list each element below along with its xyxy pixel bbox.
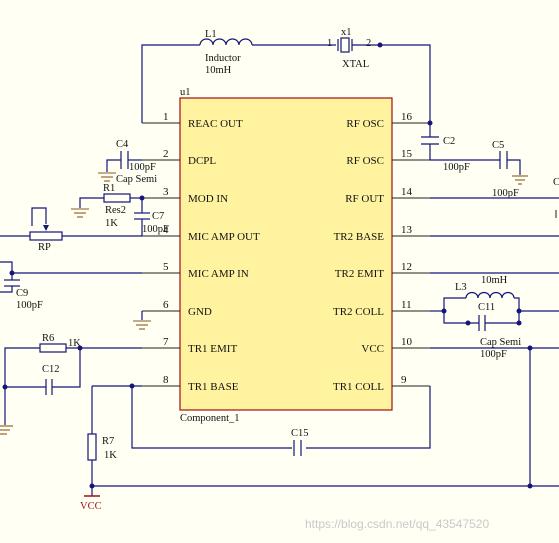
- resistor-R7[interactable]: R7 1K: [87, 386, 117, 496]
- R1-type: Res2: [105, 205, 126, 216]
- R7-value: 1K: [104, 450, 117, 461]
- pin-label: TR2 COLL: [333, 306, 384, 318]
- capacitor-C7[interactable]: C7 100pF: [134, 198, 169, 236]
- C2-value: 100pF: [443, 162, 470, 173]
- pin-number: 3: [163, 186, 169, 198]
- ic-designator: u1: [180, 87, 191, 98]
- ground-icon: [133, 320, 151, 330]
- pin-number: 7: [163, 336, 169, 348]
- junction: [465, 320, 471, 326]
- watermark: https://blog.csdn.net/qq_43547520: [305, 517, 489, 531]
- inductor-L3[interactable]: L3 10mH: [430, 275, 520, 312]
- C7-ref: C7: [152, 211, 164, 222]
- x1-pin1: 1: [327, 38, 332, 49]
- pin-number: 13: [401, 224, 413, 236]
- C5-value: 100pF: [492, 188, 519, 199]
- pin-label: DCPL: [188, 155, 216, 167]
- vcc-label: VCC: [80, 501, 102, 512]
- C11-value: 100pF: [480, 349, 507, 360]
- capacitor-C9[interactable]: C9 100pF: [0, 261, 142, 311]
- capacitor-C15[interactable]: C15: [291, 428, 309, 456]
- C4-type: Cap Semi: [116, 174, 157, 185]
- pin-number: 15: [401, 148, 413, 160]
- pin-label: VCC: [361, 343, 384, 355]
- RP-ref: RP: [38, 242, 51, 253]
- crystal-x1[interactable]: x1 1 2 XTAL: [327, 27, 383, 70]
- pin-label: RF OSC: [346, 118, 384, 130]
- L1-value: 10mH: [205, 65, 232, 76]
- pin-number: 8: [163, 374, 169, 386]
- pin-label: TR1 COLL: [333, 381, 384, 393]
- resistor-R1[interactable]: R1 Res2 1K: [79, 183, 142, 229]
- junction: [516, 320, 522, 326]
- pin-label: MOD IN: [188, 193, 228, 205]
- pin-label: MIC AMP OUT: [188, 231, 260, 243]
- x1-ref: x1: [341, 27, 352, 38]
- pin-number: 5: [163, 261, 169, 273]
- pin-number: 11: [401, 299, 412, 311]
- R6-ref: R6: [42, 333, 54, 344]
- pin-label: TR1 EMIT: [188, 343, 237, 355]
- C4-ref: C4: [116, 139, 129, 150]
- capacitor-C12[interactable]: C12: [2, 348, 81, 395]
- L3-ref: L3: [455, 282, 467, 293]
- ground-icon: [0, 425, 13, 435]
- x1-type: XTAL: [342, 59, 369, 70]
- C12-ref: C12: [42, 364, 60, 375]
- junction: [527, 483, 533, 489]
- capacitor-C2[interactable]: C2 100pF: [421, 123, 470, 173]
- pin-number: 6: [163, 299, 169, 311]
- edge-label-C: C: [553, 177, 559, 188]
- C9-value: 100pF: [16, 300, 43, 311]
- pin-number: 16: [401, 111, 413, 123]
- R1-value: 1K: [105, 218, 118, 229]
- ic-body: [179, 97, 393, 411]
- C4-value: 100pF: [129, 162, 156, 173]
- capacitor-C11[interactable]: C11 Cap Semi 100pF: [443, 302, 521, 360]
- x1-pin2: 2: [366, 38, 371, 49]
- pin-label: GND: [188, 306, 212, 318]
- L1-ref: L1: [205, 29, 217, 40]
- R1-ref: R1: [103, 183, 115, 194]
- C7-value: 100pF: [142, 224, 169, 235]
- C5-ref: C5: [492, 140, 504, 151]
- pin-number: 9: [401, 374, 407, 386]
- pin-label: TR2 BASE: [334, 231, 385, 243]
- C9-ref: C9: [16, 288, 28, 299]
- resistor-R6[interactable]: R6 1K: [4, 333, 142, 387]
- pin-label: RF OUT: [345, 193, 384, 205]
- C11-ref: C11: [478, 302, 495, 313]
- vcc-power-port: VCC: [80, 495, 102, 512]
- schematic-canvas: u1 Component_1 1 REAC OUT 2 DCPL 3 MOD I…: [0, 27, 559, 531]
- junction: [139, 195, 145, 201]
- R7-ref: R7: [102, 436, 114, 447]
- pin-label: RF OSC: [346, 155, 384, 167]
- ic-name: Component_1: [180, 413, 240, 424]
- C15-ref: C15: [291, 428, 309, 439]
- pin-number: 10: [401, 336, 413, 348]
- junction: [129, 383, 135, 389]
- ground-icon: [512, 175, 528, 185]
- pin-label: TR1 BASE: [188, 381, 239, 393]
- pin-label: TR2 EMIT: [335, 268, 384, 280]
- pin-number: 14: [401, 186, 413, 198]
- ground-icon: [98, 172, 116, 182]
- L3-value: 10mH: [481, 275, 508, 286]
- L1-type: Inductor: [205, 53, 241, 64]
- ic-component[interactable]: u1 Component_1: [179, 87, 393, 424]
- pin-number: 1: [163, 111, 169, 123]
- pin-label: MIC AMP IN: [188, 268, 249, 280]
- junction: [441, 308, 447, 314]
- C2-ref: C2: [443, 136, 455, 147]
- pin-number: 2: [163, 148, 169, 160]
- pin-label: REAC OUT: [188, 118, 243, 130]
- capacitor-C4[interactable]: C4 100pF Cap Semi: [106, 139, 157, 185]
- C11-type: Cap Semi: [480, 337, 521, 348]
- ground-icon: [71, 208, 89, 218]
- pin-number: 12: [401, 261, 412, 273]
